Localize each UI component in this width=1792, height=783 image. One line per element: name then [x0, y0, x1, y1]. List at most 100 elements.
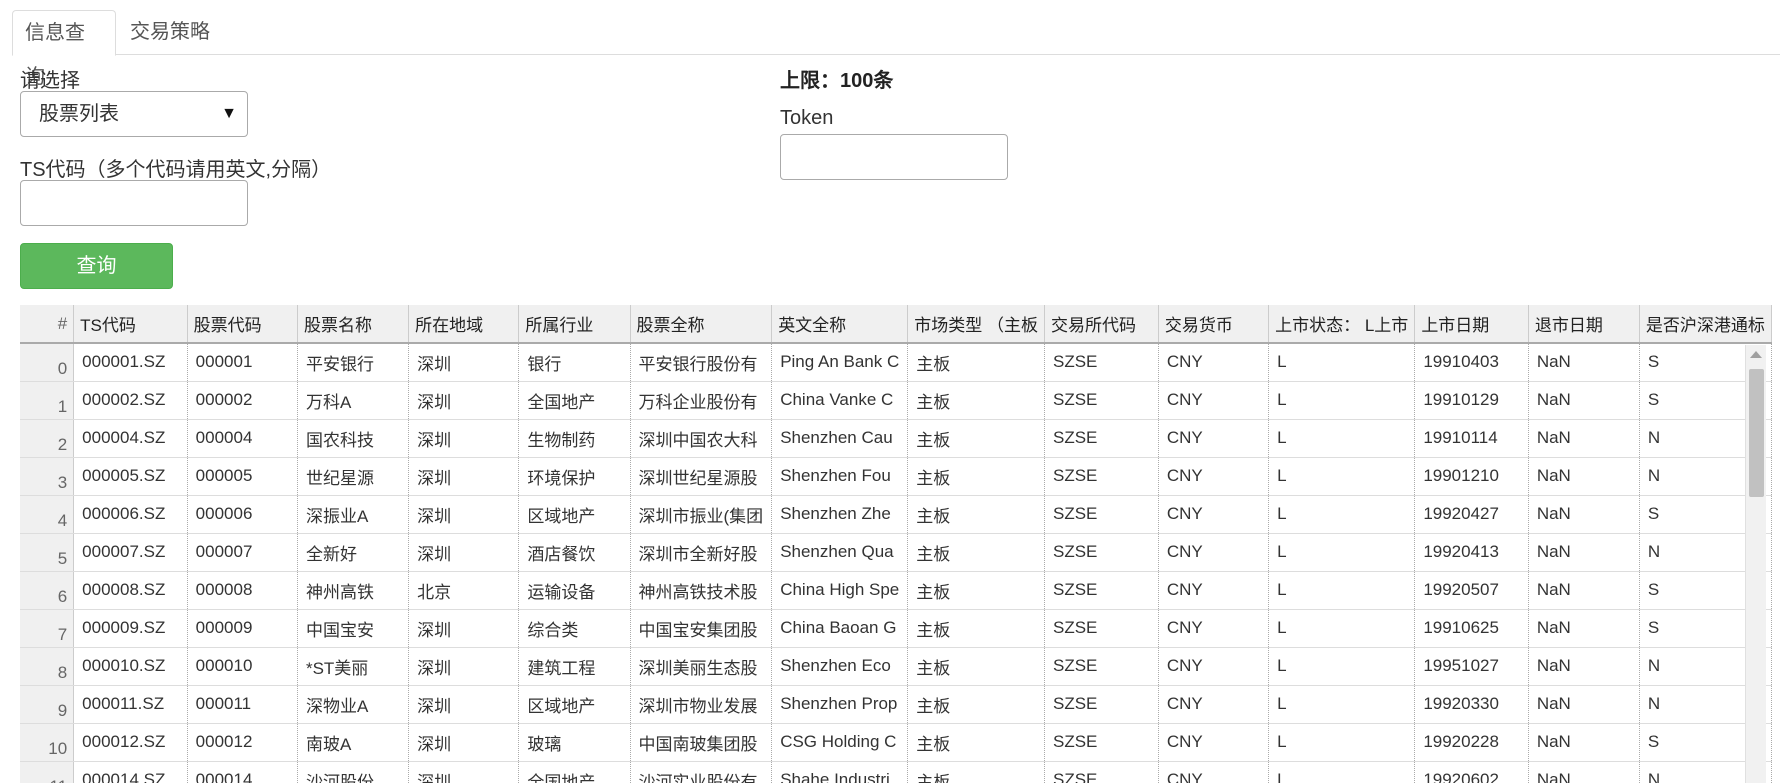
table-cell: 000002 [187, 381, 298, 420]
table-cell: 平安银行股份有 [630, 343, 773, 382]
column-header[interactable]: # [20, 305, 75, 344]
table-cell: NaN [1528, 723, 1640, 762]
table-cell: 综合类 [518, 609, 631, 648]
table-cell: 000010.SZ [73, 647, 188, 686]
column-header[interactable]: 股票全称 [630, 305, 773, 344]
table-cell: CNY [1158, 343, 1270, 382]
table-cell: 000007 [187, 533, 298, 572]
column-header[interactable]: TS代码 [73, 305, 188, 344]
row-index: 6 [20, 571, 75, 610]
table-cell: Ping An Bank C [771, 343, 909, 382]
table-row[interactable]: 9 000011.SZ 000011 深物业A 深圳 区域地产 深圳市物业发展 Shenzhe… [20, 685, 1772, 724]
caret-down-icon: ▼ [221, 105, 237, 122]
tab-info-query[interactable]: 信息查询 [12, 10, 116, 88]
table-cell: Shenzhen Qua [771, 533, 909, 572]
table-cell: 主板 [907, 761, 1045, 783]
ts-code-input[interactable] [20, 180, 248, 226]
column-header[interactable]: 是否沪深港通标 [1639, 305, 1772, 344]
table-cell: 深圳市全新好股 [630, 533, 773, 572]
table-vertical-scrollbar[interactable] [1745, 345, 1766, 783]
column-header[interactable]: 所在地域 [408, 305, 520, 344]
table-cell: 世纪星源 [297, 457, 410, 496]
table-cell: 000012.SZ [73, 723, 188, 762]
column-header[interactable]: 上市日期 [1414, 305, 1529, 344]
column-header[interactable]: 股票名称 [297, 305, 410, 344]
table-cell: L [1268, 647, 1416, 686]
table-cell: 19901210 [1414, 457, 1529, 496]
table-row[interactable]: 4 000006.SZ 000006 深振业A 深圳 区域地产 深圳市振业(集团 Shenzh… [20, 495, 1772, 534]
table-cell: 平安银行 [297, 343, 410, 382]
column-header[interactable]: 英文全称 [771, 305, 909, 344]
table-cell: SZSE [1044, 723, 1159, 762]
table-cell: 主板 [907, 381, 1045, 420]
token-label: Token [780, 107, 834, 129]
table-cell: 国农科技 [297, 419, 410, 458]
table-cell: SZSE [1044, 647, 1159, 686]
table-cell: 000009.SZ [73, 609, 188, 648]
row-index: 8 [20, 647, 75, 686]
column-header[interactable]: 股票代码 [187, 305, 298, 344]
table-cell: 000001.SZ [73, 343, 188, 382]
table-row[interactable]: 3 000005.SZ 000005 世纪星源 深圳 环境保护 深圳世纪星源股 Shenzhe… [20, 457, 1772, 496]
table-cell: Shahe Industri [771, 761, 909, 783]
table-cell: 生物制药 [518, 419, 631, 458]
table-cell: 沙河实业股份有 [630, 761, 773, 783]
column-header[interactable]: 交易所代码 [1044, 305, 1159, 344]
data-type-select[interactable]: 股票列表 ▼ [20, 91, 248, 137]
table-cell: *ST美丽 [297, 647, 410, 686]
scroll-up-arrow-icon[interactable] [1750, 351, 1762, 358]
table-cell: SZSE [1044, 457, 1159, 496]
table-cell: 南玻A [297, 723, 410, 762]
table-cell: CNY [1158, 457, 1270, 496]
tab-trading-strategy[interactable]: 交易策略 [118, 10, 222, 55]
row-index: 7 [20, 609, 75, 648]
table-cell: 深圳市物业发展 [630, 685, 773, 724]
column-header[interactable]: 所属行业 [518, 305, 631, 344]
table-cell: CNY [1158, 685, 1270, 724]
table-row[interactable]: 0 000001.SZ 000001 平安银行 深圳 银行 平安银行股份有 Ping An B… [20, 343, 1772, 382]
table-cell: Shenzhen Cau [771, 419, 909, 458]
column-header[interactable]: 上市状态： L上市 [1268, 305, 1416, 344]
column-header[interactable]: 退市日期 [1528, 305, 1640, 344]
table-header-row: # TS代码 股票代码 股票名称 所在地域 所属行业 股票全称 英文全称 市场类… [20, 305, 1772, 344]
table-row[interactable]: 7 000009.SZ 000009 中国宝安 深圳 综合类 中国宝安集团股 China Ba… [20, 609, 1772, 648]
table-cell: L [1268, 571, 1416, 610]
table-cell: L [1268, 381, 1416, 420]
table-row[interactable]: 2 000004.SZ 000004 国农科技 深圳 生物制药 深圳中国农大科 Shenzhe… [20, 419, 1772, 458]
table-cell: 000010 [187, 647, 298, 686]
table-cell: L [1268, 419, 1416, 458]
table-cell: 000012 [187, 723, 298, 762]
table-cell: 深圳 [408, 723, 520, 762]
table-cell: 000006.SZ [73, 495, 188, 534]
table-row[interactable]: 1 000002.SZ 000002 万科A 深圳 全国地产 万科企业股份有 China Va… [20, 381, 1772, 420]
table-cell: 000014 [187, 761, 298, 783]
table-cell: SZSE [1044, 495, 1159, 534]
token-input[interactable] [780, 134, 1008, 180]
table-cell: 000005.SZ [73, 457, 188, 496]
row-index: 1 [20, 381, 75, 420]
table-cell: 19920330 [1414, 685, 1529, 724]
table-cell: 19920602 [1414, 761, 1529, 783]
column-header[interactable]: 市场类型 （主板 [907, 305, 1045, 344]
table-cell: 神州高铁 [297, 571, 410, 610]
table-cell: 深圳市振业(集团 [630, 495, 773, 534]
table-cell: 000011 [187, 685, 298, 724]
table-cell: L [1268, 761, 1416, 783]
scrollbar-thumb[interactable] [1749, 369, 1764, 497]
table-row[interactable]: 6 000008.SZ 000008 神州高铁 北京 运输设备 神州高铁技术股 China H… [20, 571, 1772, 610]
table-cell: CNY [1158, 533, 1270, 572]
column-header[interactable]: 交易货币 [1158, 305, 1270, 344]
table-cell: L [1268, 723, 1416, 762]
table-cell: 深圳 [408, 761, 520, 783]
table-cell: NaN [1528, 381, 1640, 420]
table-row[interactable]: 8 000010.SZ 000010 *ST美丽 深圳 建筑工程 深圳美丽生态股 Shenzh… [20, 647, 1772, 686]
table-row[interactable]: 5 000007.SZ 000007 全新好 深圳 酒店餐饮 深圳市全新好股 Shenzhen… [20, 533, 1772, 572]
table-cell: 中国宝安 [297, 609, 410, 648]
table-cell: 沙河股份 [297, 761, 410, 783]
table-cell: CNY [1158, 571, 1270, 610]
query-button[interactable]: 查询 [20, 243, 173, 289]
table-row[interactable]: 11000014.SZ000014沙河股份深圳全国地产沙河实业股份有Shahe … [20, 761, 1772, 783]
table-cell: CNY [1158, 609, 1270, 648]
table-row[interactable]: 10 000012.SZ 000012 南玻A 深圳 玻璃 中国南玻集团股 CSG Holdi… [20, 723, 1772, 762]
table-cell: L [1268, 533, 1416, 572]
